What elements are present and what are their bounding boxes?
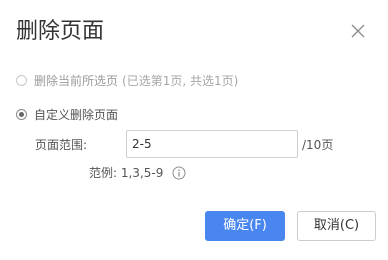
option-delete-current-note: (已选第1页, 共选1页) bbox=[122, 73, 239, 88]
range-example: 范例: 1,3,5-9 bbox=[89, 165, 186, 181]
confirm-button[interactable]: 确定(F) bbox=[205, 211, 285, 241]
page-total: /10页 bbox=[302, 138, 334, 152]
info-icon[interactable] bbox=[172, 166, 186, 180]
option-delete-current[interactable]: 删除当前所选页 (已选第1页, 共选1页) bbox=[16, 71, 238, 89]
option-delete-current-label: 删除当前所选页 (已选第1页, 共选1页) bbox=[34, 73, 239, 88]
radio-delete-current[interactable] bbox=[16, 74, 27, 86]
range-example-text: 范例: 1,3,5-9 bbox=[89, 166, 164, 180]
dialog-title: 删除页面 bbox=[16, 19, 105, 44]
delete-pages-dialog: 删除页面 删除当前所选页 (已选第1页, 共选1页) 自定义删除页面 页面范围: … bbox=[0, 0, 388, 260]
page-range-input[interactable] bbox=[126, 130, 298, 158]
radio-custom-delete[interactable] bbox=[16, 108, 27, 120]
option-custom-delete[interactable]: 自定义删除页面 bbox=[16, 105, 118, 123]
close-icon[interactable] bbox=[349, 22, 367, 40]
cancel-button[interactable]: 取消(C) bbox=[297, 211, 376, 241]
page-range-label: 页面范围: bbox=[35, 138, 88, 152]
option-custom-delete-label: 自定义删除页面 bbox=[34, 107, 119, 122]
